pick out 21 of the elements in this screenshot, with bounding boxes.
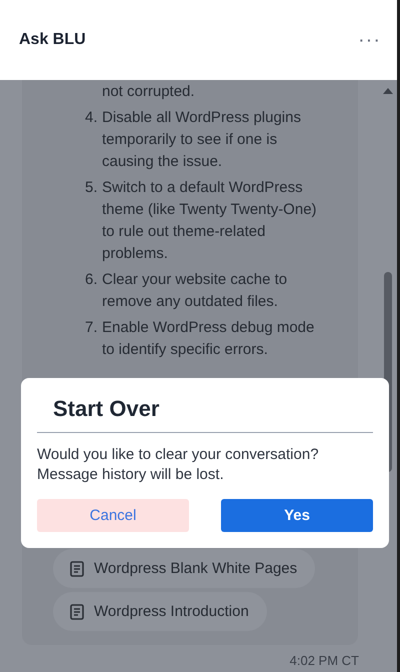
- dialog-button[interactable]: Cancel: [37, 499, 189, 532]
- list-number: 5.: [85, 178, 99, 198]
- step-text: Clear your website cache to remove any outdated files.: [102, 270, 288, 312]
- document-icon: [70, 604, 84, 620]
- step-text: not corrupted.: [102, 82, 196, 102]
- step-text: Switch to a default WordPress theme (like Twenty Twenty-One) to rule out theme-related problems.: [102, 178, 318, 264]
- article-chip[interactable]: Wordpress Blank White Pages: [53, 549, 316, 588]
- dialog-button[interactable]: Yes: [221, 499, 373, 532]
- timestamp: 4:02 PM CT: [290, 653, 359, 668]
- step-text: Disable all WordPress plugins temporarily to see if one is causing the issue.: [102, 108, 302, 172]
- list-number: 4.: [85, 108, 99, 128]
- dialog-title: Start Over: [37, 396, 373, 433]
- article-chip[interactable]: Wordpress Introduction: [53, 592, 267, 631]
- more-menu-button[interactable]: ···: [358, 28, 381, 52]
- list-number: 7.: [85, 318, 99, 338]
- chat-title: Ask BLU: [19, 31, 86, 49]
- dialog-message: Would you like to clear your conversation? Message history will be lost.: [37, 445, 320, 485]
- list-number: 6.: [85, 270, 99, 290]
- step-text: Enable WordPress debug mode to identify specific errors.: [102, 318, 316, 360]
- scroll-up-arrow-icon[interactable]: [383, 88, 393, 94]
- document-icon: [70, 560, 84, 576]
